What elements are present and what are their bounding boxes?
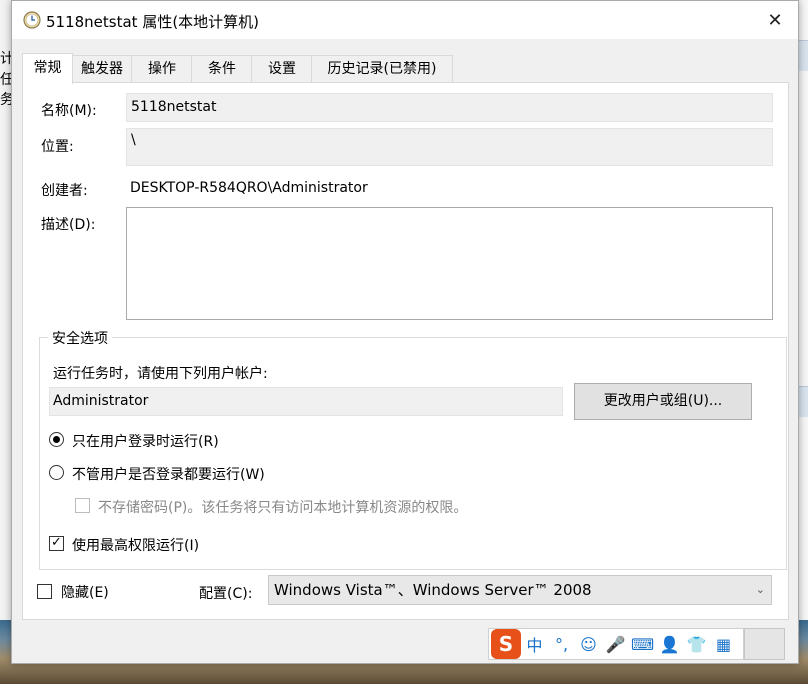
tab-history[interactable]: 历史记录(已禁用) xyxy=(311,55,453,82)
sogou-logo-icon[interactable]: S xyxy=(491,629,521,659)
general-tab-panel: 名称(M): 5118netstat 位置: \ 创建者: DESKTOP-R5… xyxy=(22,82,789,620)
emoji-icon[interactable]: ☺ xyxy=(575,635,602,654)
configure-for-value: Windows Vista™、Windows Server™ 2008 xyxy=(274,581,592,599)
configure-label: 配置(C): xyxy=(199,586,253,602)
chinese-mode-icon[interactable]: 中 xyxy=(521,632,548,656)
taskbar-tile xyxy=(744,628,785,660)
hidden-checkbox[interactable] xyxy=(37,584,52,599)
ime-toolbar: S 中 °, ☺ 🎤 ⌨ 👤 👕 ▦ xyxy=(488,628,744,660)
tab-label: 操作 xyxy=(148,61,176,77)
description-textarea[interactable] xyxy=(126,207,773,320)
change-user-button[interactable]: 更改用户或组(U)... xyxy=(574,383,752,420)
do-not-store-password-label: 不存储密码(P)。该任务将只有访问本地计算机资源的权限。 xyxy=(98,500,468,516)
close-icon: ✕ xyxy=(767,9,783,31)
author-value: DESKTOP-R584QRO\Administrator xyxy=(130,180,368,196)
title-bar: 5118netstat 属性(本地计算机) ✕ xyxy=(12,1,798,39)
user-account-value: Administrator xyxy=(53,393,149,409)
window-title: 5118netstat 属性(本地计算机) xyxy=(46,13,260,31)
skin-icon[interactable]: 👕 xyxy=(683,635,710,654)
author-label: 创建者: xyxy=(41,183,88,199)
tab-label: 条件 xyxy=(208,61,236,77)
do-not-store-password-checkbox[interactable] xyxy=(75,498,90,513)
radio-run-whether-logged-on-label[interactable]: 不管用户是否登录都要运行(W) xyxy=(72,464,265,484)
tab-label: 触发器 xyxy=(81,61,123,77)
name-label: 名称(M): xyxy=(41,103,97,119)
keyboard-icon[interactable]: ⌨ xyxy=(629,635,656,654)
location-field: \ xyxy=(126,128,773,166)
tab-label: 设置 xyxy=(268,61,296,77)
location-label: 位置: xyxy=(41,139,74,155)
radio-run-when-logged-on-label[interactable]: 只在用户登录时运行(R) xyxy=(72,431,219,451)
task-clock-icon xyxy=(23,11,41,29)
description-label: 描述(D): xyxy=(41,217,96,233)
highest-privileges-label[interactable]: 使用最高权限运行(I) xyxy=(72,535,199,555)
name-value: 5118netstat xyxy=(131,99,217,115)
highest-privileges-checkbox[interactable]: ✓ xyxy=(49,536,64,551)
location-value: \ xyxy=(131,132,136,148)
tab-triggers[interactable]: 触发器 xyxy=(71,55,133,82)
user-account-field: Administrator xyxy=(49,387,563,416)
change-user-button-label: 更改用户或组(U)... xyxy=(603,393,723,409)
tab-settings[interactable]: 设置 xyxy=(251,55,313,82)
tab-label: 常规 xyxy=(33,60,62,76)
toolbox-icon[interactable]: ▦ xyxy=(710,635,737,654)
close-button[interactable]: ✕ xyxy=(752,1,798,39)
name-field[interactable]: 5118netstat xyxy=(126,93,773,122)
radio-run-when-logged-on[interactable] xyxy=(49,432,64,447)
radio-run-whether-logged-on[interactable] xyxy=(49,465,64,480)
hidden-label[interactable]: 隐藏(E) xyxy=(61,582,109,602)
chevron-down-icon: ⌄ xyxy=(755,583,765,596)
security-options-title: 安全选项 xyxy=(48,328,112,348)
tab-label: 历史记录(已禁用) xyxy=(327,61,437,77)
microphone-icon[interactable]: 🎤 xyxy=(602,635,629,654)
security-options-group: 安全选项 运行任务时，请使用下列用户帐户: Administrator 更改用户… xyxy=(39,328,787,570)
task-properties-dialog: 5118netstat 属性(本地计算机) ✕ 常规 触发器 操作 条件 设置 … xyxy=(11,0,799,664)
tab-actions[interactable]: 操作 xyxy=(131,55,193,82)
user-icon[interactable]: 👤 xyxy=(656,635,683,654)
tab-general[interactable]: 常规 xyxy=(22,53,73,84)
run-as-label: 运行任务时，请使用下列用户帐户: xyxy=(53,366,268,382)
tab-conditions[interactable]: 条件 xyxy=(191,55,253,82)
punctuation-icon[interactable]: °, xyxy=(548,635,575,654)
configure-for-select[interactable]: Windows Vista™、Windows Server™ 2008 ⌄ xyxy=(268,575,772,605)
